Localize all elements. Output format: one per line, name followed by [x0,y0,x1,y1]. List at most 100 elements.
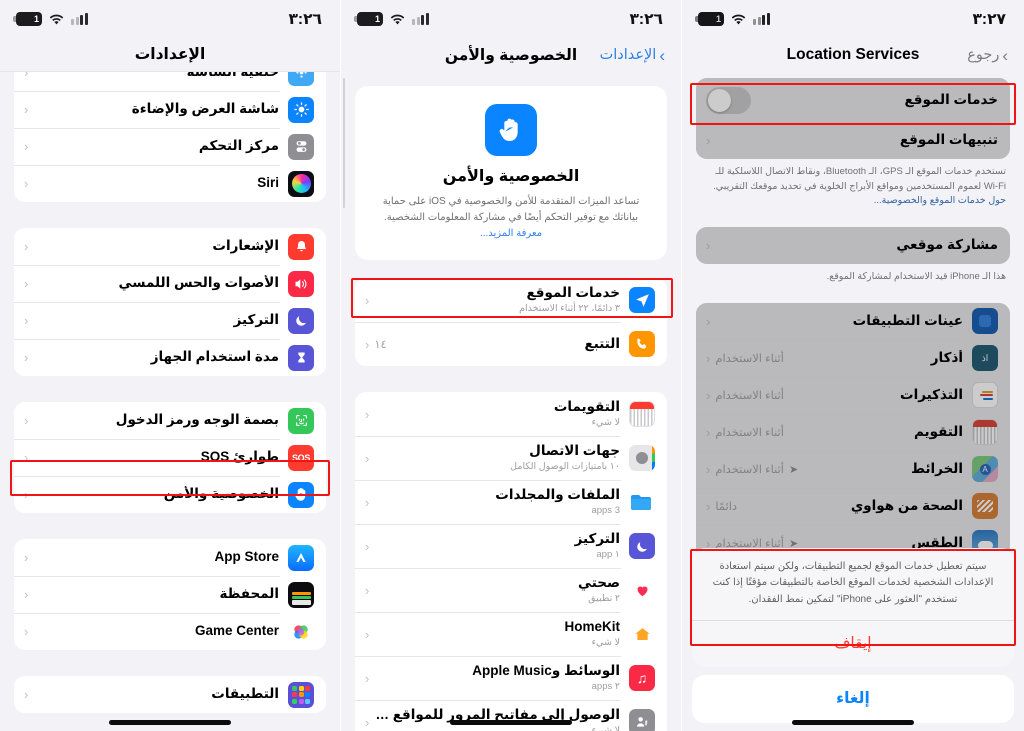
tracking-row[interactable]: التتبع ١٤ ‹ [355,322,667,366]
chevron-left-icon: ‹ [24,239,29,254]
row-label: الوسائط وApple Music [472,662,620,678]
privacy-hero-title: الخصوصية والأمن [442,168,580,185]
settings-group-security: بصمة الوجه ورمز الدخول ‹ SOS طوارئ SOS ‹… [14,402,326,513]
huawei-health-icon [972,493,998,520]
settings-row-wallpaper[interactable]: خلفية الشاشة ‹ [14,72,326,91]
chevron-left-icon: ‹ [706,424,711,440]
azkar-icon: اذ [972,345,998,372]
privacy-hero-description-text: تساعد الميزات المتقدمة للأمن والخصوصية ف… [382,196,640,223]
location-privacy-link[interactable]: حول خدمات الموقع والخصوصية... [874,195,1006,206]
settings-row-wallet[interactable]: المحفظة ‹ [14,576,326,613]
settings-row-privacy-security[interactable]: الخصوصية والأمن ‹ [14,476,326,513]
back-button-label: الإعدادات [599,47,657,63]
row-label: التركيز [574,530,620,546]
chevron-left-icon: ‹ [365,582,370,598]
chevron-left-icon: ‹ [365,714,370,730]
battery-level-label: 1 [715,13,721,24]
app-label: التقويم [913,423,963,439]
settings-row-screen-time[interactable]: مدة استخدام الجهاز ‹ [14,339,326,376]
media-apple-music-row[interactable]: ♫ الوسائط وApple Music ٢ apps ‹ [355,656,667,700]
privacy-permissions-group: التقويمات لا شيء ‹ جهات الاتصال ١٠ بامتي… [355,392,667,731]
status-bar-time: ٣:٢٧ [972,10,1006,28]
row-label: Game Center [194,623,279,639]
turn-off-location-alert-sheet[interactable]: سيتم تعطيل خدمات الموقع لجميع التطبيقات،… [692,547,1014,723]
scroll-content[interactable]: الخصوصية والأمن تساعد الميزات المتقدمة ل… [341,70,681,731]
chevron-left-icon: ‹ [365,406,370,422]
scroll-indicator[interactable] [343,78,345,208]
row-label: طوارئ SOS [200,449,279,465]
settings-row-apps[interactable]: التطبيقات ‹ [14,676,326,713]
navigation-bar: › الإعدادات الخصوصية والأمن [341,38,681,72]
learn-more-link[interactable]: معرفة المزيد... [480,228,542,239]
settings-row-siri[interactable]: Siri ‹ [14,165,326,202]
location-services-row[interactable]: خدمات الموقع ٣ دائمًا، ٢٢ أثناء الاستخدا… [355,278,667,322]
location-arrow-indicator-icon: ➤ [788,463,799,476]
back-button[interactable]: › رجوع [967,47,1008,64]
row-label: بصمة الوجه ورمز الدخول [115,412,279,428]
row-subtitle: ١٠ بامتيازات الوصول الكامل [510,460,620,472]
app-clips-row[interactable]: عينات التطبيقات ‹ [696,302,1010,340]
focus-row[interactable]: التركيز ١ app ‹ [355,524,667,568]
back-button-settings[interactable]: › الإعدادات [600,47,665,64]
scroll-content[interactable]: خلفية الشاشة ‹ شاشة العرض والإضاءة ‹ مرك… [0,72,340,731]
chevron-back-icon: › [1002,45,1008,65]
turn-off-button[interactable]: إيقاف [692,621,1014,667]
location-services-toggle[interactable] [706,86,751,114]
sounds-haptics-icon [288,270,314,297]
health-row[interactable]: صحتي ٢ تطبيق ‹ [355,568,667,612]
wallpaper-icon [288,72,314,86]
row-label: App Store [214,549,279,565]
passkeys-access-row[interactable]: الوصول إلى مفاتيح المرور للمواقع الإلكتر… [355,700,667,731]
settings-row-focus[interactable]: التركيز ‹ [14,302,326,339]
chevron-left-icon: ‹ [24,413,29,428]
row-label: الخصوصية والأمن [163,486,279,502]
settings-row-face-id[interactable]: بصمة الوجه ورمز الدخول ‹ [14,402,326,439]
settings-group-notifications: الإشعارات ‹ الأصوات والحس اللمسي ‹ الترك… [14,228,326,376]
homekit-row[interactable]: HomeKit لا شيء ‹ [355,612,667,656]
settings-row-app-store[interactable]: App Store ‹ [14,539,326,576]
row-subtitle: ٢ تطبيق [588,592,620,604]
chevron-left-icon: ‹ [365,626,370,642]
phone-screen-settings: 1 ٣:٢٦ الإعدادات خلفي [0,0,340,731]
app-permission-row[interactable]: اذ أذكار أثناء الاستخدام ‹ [696,339,1010,377]
app-permission-row[interactable]: التذكيرات أثناء الاستخدام ‹ [696,376,1010,414]
settings-group-apps: التطبيقات ‹ [14,676,326,713]
settings-row-sounds-haptics[interactable]: الأصوات والحس اللمسي ‹ [14,265,326,302]
location-services-group: خدمات الموقع تنبيهات الموقع ‹ [696,78,1010,159]
row-subtitle: ١ app [596,548,620,560]
row-label: Siri [257,175,279,191]
three-phone-screenshots: 1 ٣:٢٧ › رجوع Location Services خدمات ال… [0,0,1024,731]
location-alerts-row[interactable]: تنبيهات الموقع ‹ [696,122,1010,159]
calendars-row[interactable]: التقويمات لا شيء ‹ [355,392,667,436]
share-my-location-label: مشاركة موقعي [896,237,998,253]
contacts-icon [629,445,655,471]
row-label: خلفية الشاشة [34,72,279,81]
game-center-icon [288,618,314,645]
row-label: التطبيقات [211,686,279,702]
share-my-location-row[interactable]: مشاركة موقعي ‹ [696,227,1010,265]
settings-row-game-center[interactable]: Game Center ‹ [14,613,326,650]
battery-level-label: 1 [33,13,39,24]
location-services-label: خدمات الموقع [904,91,998,107]
settings-row-control-center[interactable]: مركز التحكم ‹ [14,128,326,165]
contacts-row[interactable]: جهات الاتصال ١٠ بامتيازات الوصول الكامل … [355,436,667,480]
cancel-button[interactable]: إلغاء [692,675,1014,723]
chevron-left-icon: ‹ [24,624,29,639]
wifi-icon [390,14,405,24]
row-subtitle: لا شيء [591,724,620,731]
app-permission-row[interactable]: الصحة من هواوي دائمًا ‹ [696,487,1010,525]
location-services-toggle-row[interactable]: خدمات الموقع [696,78,1010,122]
app-store-icon [288,544,314,571]
maps-icon: A [972,456,998,483]
app-permission-row[interactable]: A الخرائط ➤ أثناء الاستخدام ‹ [696,450,1010,488]
wifi-icon [731,14,746,24]
settings-row-notifications[interactable]: الإشعارات ‹ [14,228,326,265]
settings-row-display-brightness[interactable]: شاشة العرض والإضاءة ‹ [14,91,326,128]
files-folders-row[interactable]: الملفات والمجلدات 3 apps ‹ [355,480,667,524]
page-title: الإعدادات [134,46,206,63]
app-permission-row[interactable]: التقويم أثناء الاستخدام ‹ [696,413,1010,451]
face-id-icon [288,407,314,434]
settings-row-emergency-sos[interactable]: SOS طوارئ SOS ‹ [14,439,326,476]
chevron-left-icon: ‹ [24,587,29,602]
status-bar: 1 ٣:٢٧ [682,0,1024,38]
